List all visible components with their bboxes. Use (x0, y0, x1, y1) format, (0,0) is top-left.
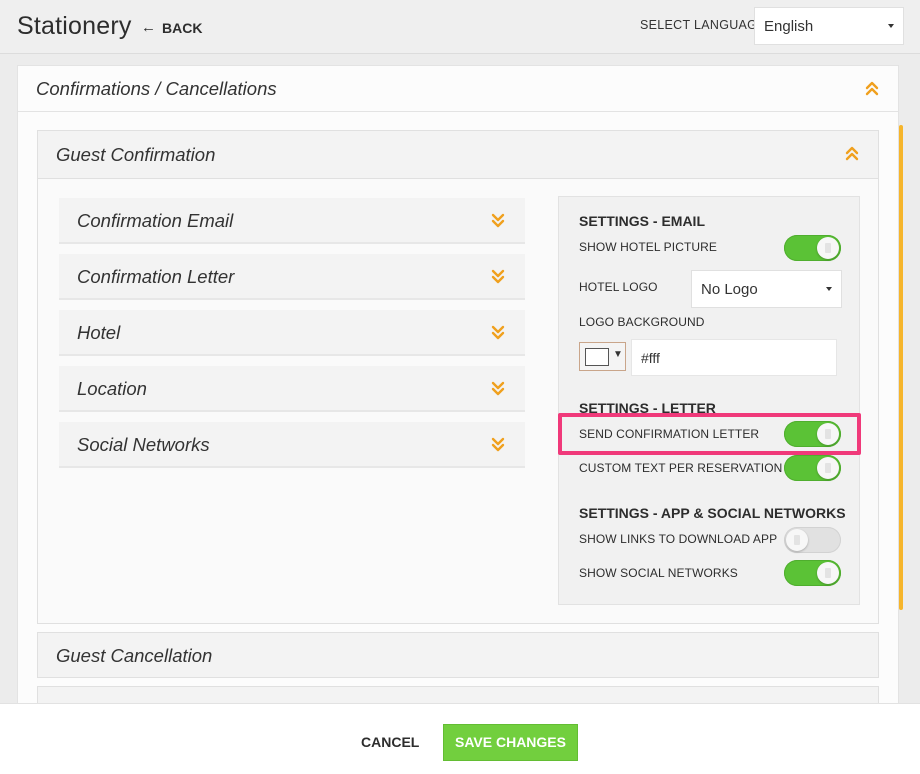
guest-cancellation-title: Guest Cancellation (56, 645, 213, 666)
show-hotel-picture-toggle[interactable] (784, 235, 841, 261)
toggle-knob (817, 562, 839, 584)
toggle-knob (817, 457, 839, 479)
accordion-item-confirmation-letter[interactable]: Confirmation Letter (59, 254, 525, 300)
accordion-item-social-networks[interactable]: Social Networks (59, 422, 525, 468)
hotel-logo-select[interactable]: No Logo (691, 270, 842, 308)
accordion-item-label: Hotel (77, 322, 121, 343)
color-swatch (585, 348, 609, 366)
cancel-button[interactable]: CANCEL (361, 734, 419, 750)
confirmations-panel-title: Confirmations / Cancellations (36, 78, 277, 99)
caret-down-icon (888, 24, 894, 28)
language-select[interactable]: English (754, 7, 904, 45)
caret-down-icon (826, 287, 832, 291)
save-changes-button[interactable]: SAVE CHANGES (443, 724, 578, 761)
accordion-item-location[interactable]: Location (59, 366, 525, 412)
confirmations-panel-header[interactable]: Confirmations / Cancellations (18, 66, 898, 112)
accordion-item-hotel[interactable]: Hotel (59, 310, 525, 356)
guest-confirmation-title: Guest Confirmation (56, 144, 216, 165)
accordion-item-label: Confirmation Letter (77, 266, 235, 287)
back-label: BACK (162, 19, 203, 36)
settings-box: SETTINGS - EMAIL SHOW HOTEL PICTURE HOTE… (558, 196, 860, 605)
guest-confirmation-header[interactable]: Guest Confirmation (38, 131, 878, 179)
accordion-item-confirmation-email[interactable]: Confirmation Email (59, 198, 525, 244)
show-app-links-toggle[interactable] (784, 527, 841, 553)
page-title: Stationery (17, 12, 132, 40)
show-social-label: SHOW SOCIAL NETWORKS (579, 566, 738, 580)
triangle-down-icon: ▼ (613, 349, 623, 360)
send-confirmation-letter-toggle[interactable] (784, 421, 841, 447)
toggle-knob (786, 529, 808, 551)
top-bar: Stationery ← BACK SELECT LANGUAGE Englis… (0, 0, 920, 54)
settings-app-heading: SETTINGS - APP & SOCIAL NETWORKS (579, 505, 846, 521)
custom-text-toggle[interactable] (784, 455, 841, 481)
scrollbar[interactable] (899, 125, 903, 610)
language-label: SELECT LANGUAGE (640, 18, 766, 32)
send-confirmation-letter-label: SEND CONFIRMATION LETTER (579, 427, 760, 441)
color-picker-button[interactable]: ▼ (579, 342, 626, 371)
footer: CANCEL SAVE CHANGES (0, 703, 920, 774)
show-social-toggle[interactable] (784, 560, 841, 586)
accordion-item-label: Location (77, 378, 147, 399)
back-button[interactable]: ← BACK (141, 19, 202, 36)
show-app-links-label: SHOW LINKS TO DOWNLOAD APP (579, 532, 778, 546)
settings-email-heading: SETTINGS - EMAIL (579, 213, 705, 229)
logo-background-label: LOGO BACKGROUND (579, 315, 705, 329)
custom-text-label: CUSTOM TEXT PER RESERVATION (579, 461, 783, 475)
language-value: English (764, 18, 814, 35)
settings-letter-heading: SETTINGS - LETTER (579, 400, 716, 416)
toggle-knob (817, 237, 839, 259)
guest-cancellation-panel[interactable]: Guest Cancellation (37, 632, 879, 678)
show-hotel-picture-label: SHOW HOTEL PICTURE (579, 240, 718, 254)
accordion-item-label: Social Networks (77, 434, 210, 455)
accordion-item-label: Confirmation Email (77, 210, 234, 231)
hotel-logo-label: HOTEL LOGO (579, 280, 658, 294)
back-arrow-icon: ← (141, 19, 156, 36)
toggle-knob (817, 423, 839, 445)
logo-background-input[interactable]: #fff (631, 339, 837, 376)
hotel-logo-value: No Logo (701, 281, 758, 298)
